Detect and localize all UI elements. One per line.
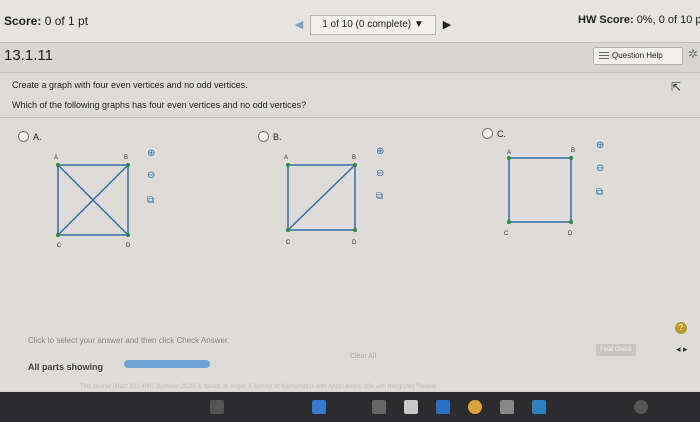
vertex-a	[56, 163, 60, 167]
graph-a: A B C D	[54, 155, 131, 248]
option-c-label: C.	[497, 128, 506, 139]
hw-score-value: 0%, 0 of 10 p	[636, 14, 700, 26]
vertex-label-a: A	[507, 150, 511, 156]
hw-score: HW Score: 0%, 0 of 10 p	[578, 14, 700, 26]
popout-icon[interactable]: ⧉	[376, 191, 383, 202]
list-icon	[599, 51, 609, 60]
app-icon[interactable]	[372, 400, 386, 414]
score-label: Score:	[4, 14, 42, 28]
vertex-label-d: D	[126, 243, 131, 248]
magnifier-plus-icon[interactable]: ⊕	[376, 146, 384, 157]
bottom-nav-arrows[interactable]: ◂ ▸	[676, 344, 688, 355]
settings-icon[interactable]	[500, 400, 514, 414]
vertex-label-d: D	[352, 240, 357, 246]
popout-icon[interactable]: ⧉	[596, 187, 603, 198]
amazon-icon[interactable]	[404, 400, 418, 414]
vertex-d	[353, 228, 357, 232]
vertex-d	[126, 233, 130, 237]
popout-icon[interactable]: ⧉	[147, 195, 154, 206]
chrome-icon[interactable]	[468, 400, 482, 414]
option-c-radio[interactable]	[482, 128, 493, 139]
magnifier-plus-icon[interactable]: ⊕	[596, 140, 604, 151]
instruction-text: Click to select your answer and then cli…	[28, 336, 230, 345]
question-prompt: Create a graph with four even vertices a…	[12, 80, 248, 90]
word-icon[interactable]	[436, 400, 450, 414]
question-help-label: Question Help	[612, 51, 663, 60]
edge-bc	[287, 164, 356, 231]
option-b[interactable]: B.	[258, 131, 282, 142]
option-b-radio[interactable]	[258, 131, 269, 142]
score: Score: 0 of 1 pt	[4, 14, 88, 28]
vertex-a	[286, 163, 290, 167]
question-help-button[interactable]: Question Help	[593, 47, 683, 65]
question-id: 13.1.11	[4, 47, 53, 64]
vertex-label-b: B	[124, 155, 128, 161]
gear-icon[interactable]: ✲	[688, 47, 698, 61]
check-answer-button[interactable]: Final Check	[596, 344, 636, 356]
next-question-button[interactable]: ▶	[436, 16, 458, 34]
clear-all-button[interactable]: Clear All	[350, 353, 376, 360]
course-footer: This course (Math 101 4601 Summer 2020) …	[80, 384, 437, 390]
graph-c: A B C D	[504, 148, 575, 237]
magnifier-minus-icon[interactable]: ⊖	[147, 170, 155, 181]
question-selector[interactable]: 1 of 10 (0 complete) ▼	[310, 15, 436, 35]
vertex-label-b: B	[571, 148, 575, 154]
vertex-a	[507, 156, 511, 160]
graph-c-square-edges	[508, 157, 572, 223]
vertex-label-d: D	[568, 231, 573, 237]
vertex-label-a: A	[284, 155, 288, 161]
all-parts-showing: All parts showing	[28, 362, 104, 372]
option-c[interactable]: C.	[482, 128, 506, 139]
avatar[interactable]	[634, 400, 648, 414]
vertex-label-c: C	[286, 240, 291, 246]
magnifier-plus-icon[interactable]: ⊕	[147, 148, 155, 159]
question-help-icon[interactable]: ?	[675, 322, 687, 334]
score-value: 0 of 1 pt	[44, 14, 89, 28]
vertex-label-a: A	[54, 155, 58, 161]
hw-score-label: HW Score:	[578, 14, 634, 26]
chevron-down-icon: ▼	[413, 19, 424, 30]
vertex-label-c: C	[57, 243, 62, 248]
magnifier-minus-icon[interactable]: ⊖	[596, 163, 604, 174]
question-selector-text: 1 of 10 (0 complete)	[322, 19, 412, 30]
graph-b: A B C D	[284, 155, 357, 246]
file-explorer-icon[interactable]	[210, 400, 224, 414]
mouse-cursor-icon: ⇱	[671, 80, 682, 94]
divider	[0, 117, 700, 118]
option-a-radio[interactable]	[18, 131, 29, 142]
vertex-b	[126, 163, 130, 167]
taskbar	[0, 392, 700, 422]
vertex-label-c: C	[504, 231, 509, 237]
progress-bar	[124, 360, 210, 368]
vertex-c	[56, 233, 60, 237]
prev-question-button[interactable]: ◀	[288, 16, 310, 34]
option-b-label: B.	[273, 131, 282, 142]
vertex-b	[569, 156, 573, 160]
vertex-d	[569, 220, 573, 224]
question-text: Which of the following graphs has four e…	[12, 100, 307, 110]
question-nav: ◀ 1 of 10 (0 complete) ▼ ▶	[288, 15, 458, 35]
vertex-b	[353, 163, 357, 167]
vertex-c	[507, 220, 511, 224]
vertex-label-b: B	[352, 155, 356, 161]
magnifier-minus-icon[interactable]: ⊖	[376, 168, 384, 179]
option-a[interactable]: A.	[18, 131, 42, 142]
vertex-c	[286, 228, 290, 232]
store-icon[interactable]	[312, 400, 326, 414]
photos-icon[interactable]	[532, 400, 546, 414]
option-a-label: A.	[33, 131, 42, 142]
